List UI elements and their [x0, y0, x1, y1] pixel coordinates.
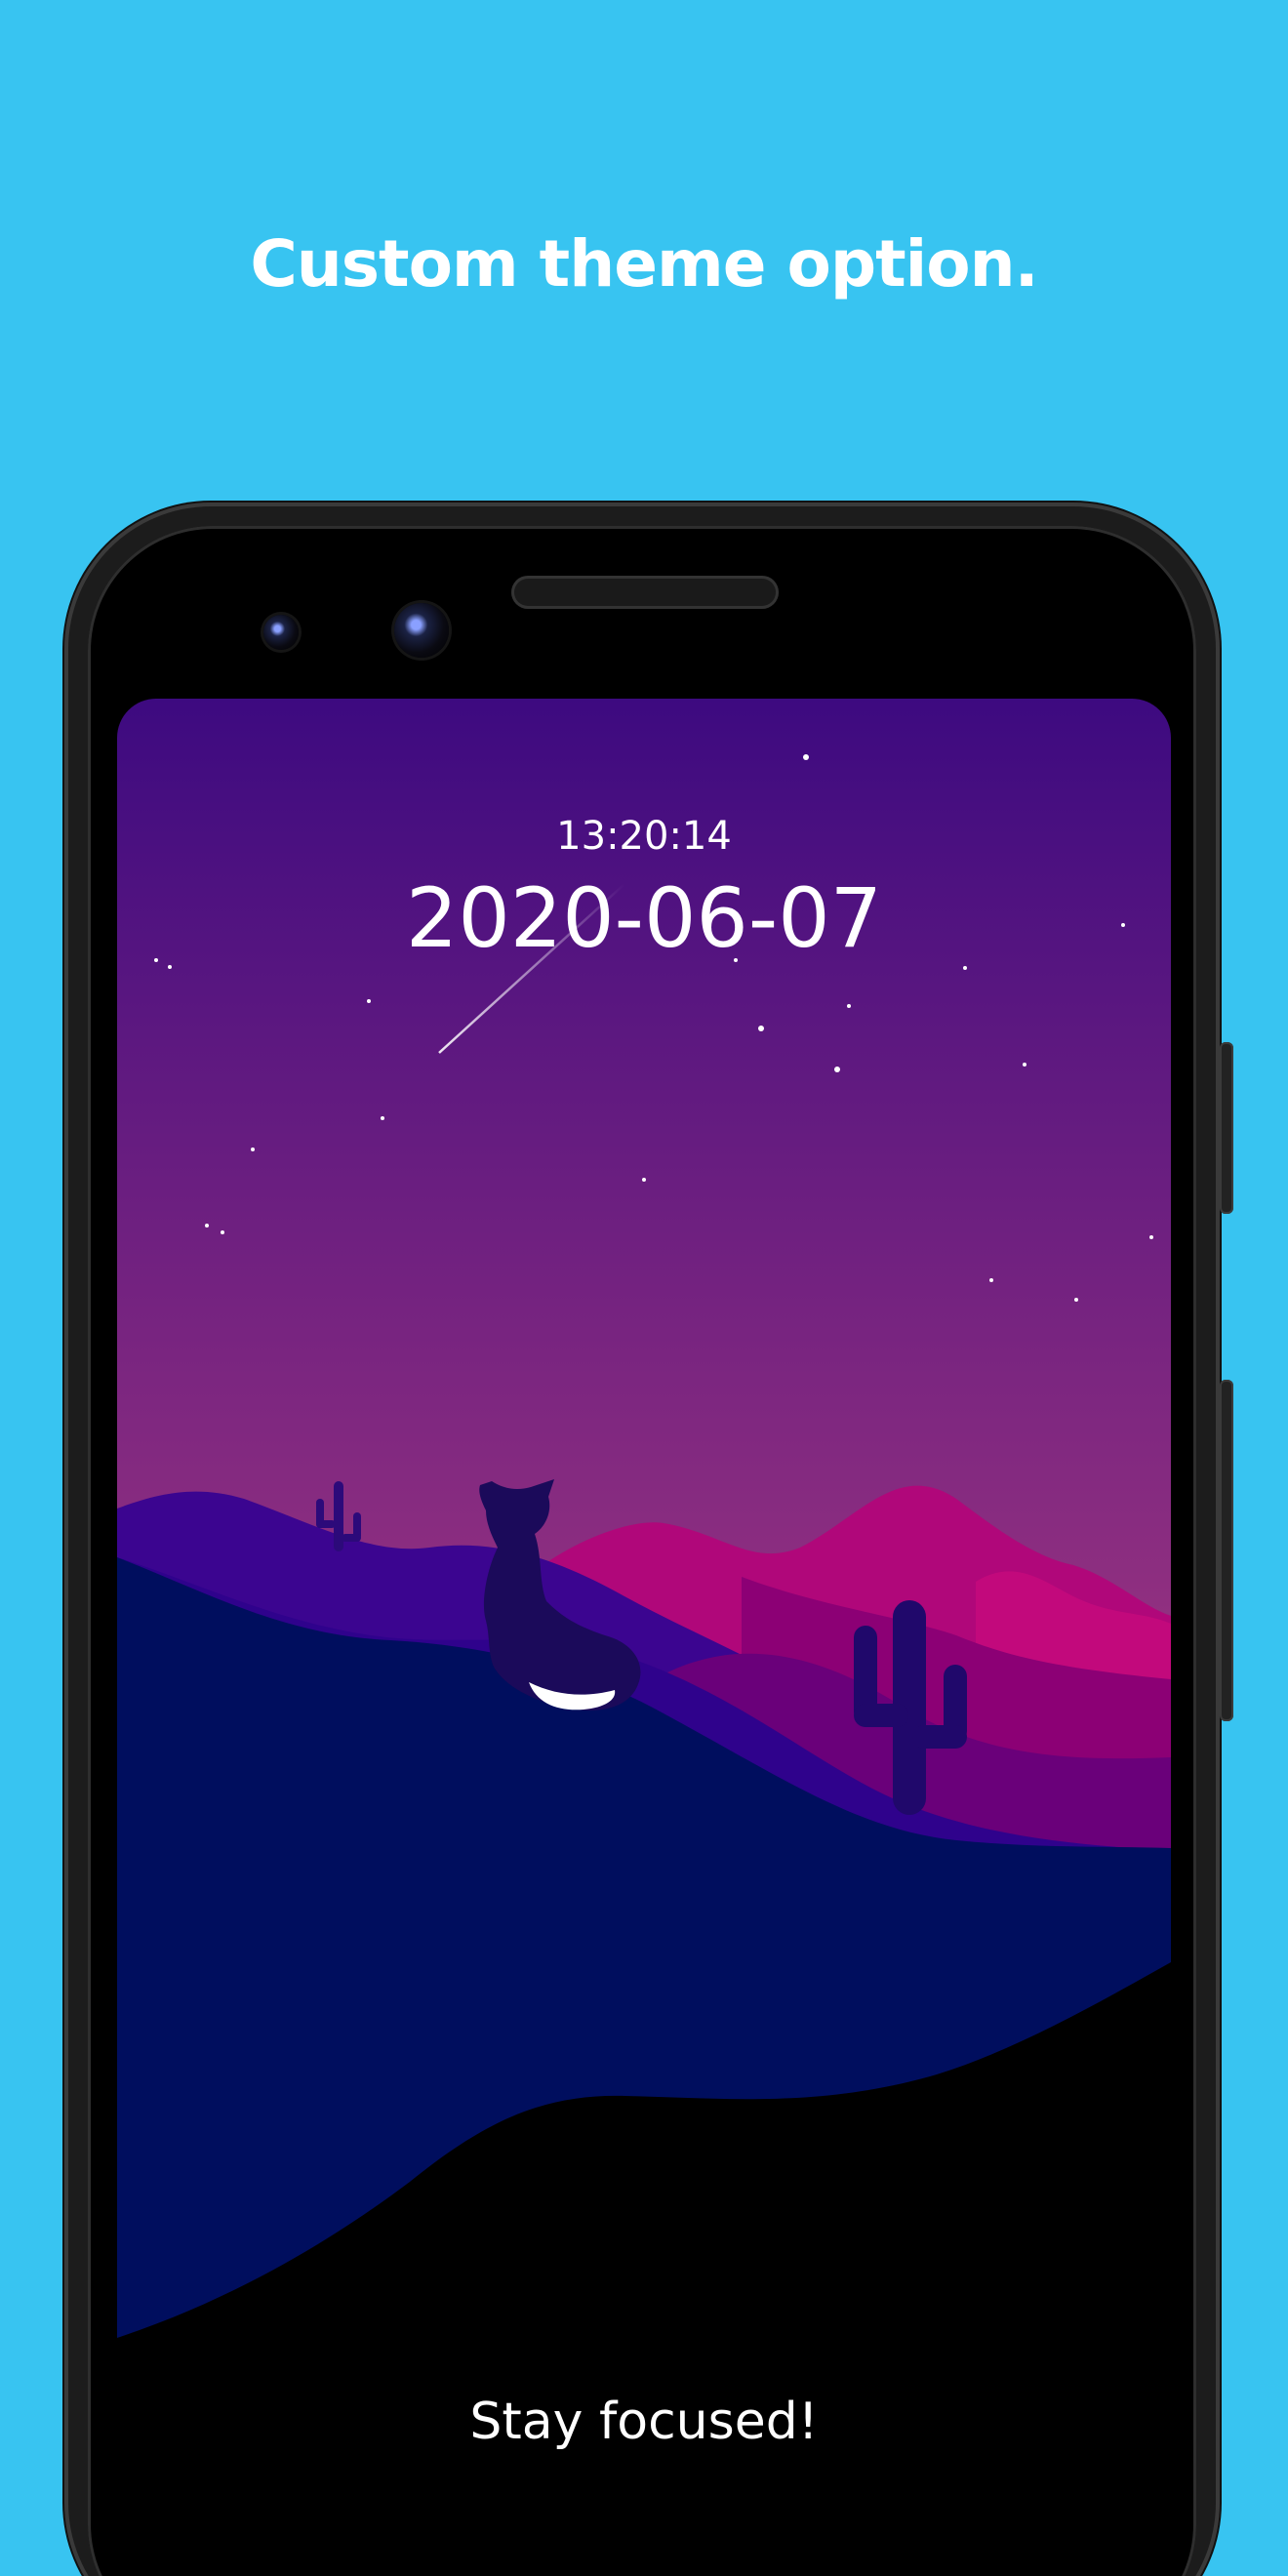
front-camera-icon [263, 615, 299, 650]
tagline: Stay focused! [469, 2393, 819, 2451]
power-button [1220, 1042, 1233, 1214]
clock-date: 2020-06-07 [405, 870, 883, 966]
desert-wallpaper [117, 699, 1171, 2576]
front-camera-lens-icon [394, 603, 449, 658]
volume-button [1220, 1380, 1233, 1721]
headline: Custom theme option. [250, 226, 1038, 302]
phone-screen: 13:20:14 2020-06-07 Stay focused! [117, 699, 1171, 2576]
earpiece-speaker [511, 576, 779, 609]
clock-time: 13:20:14 [556, 814, 732, 859]
